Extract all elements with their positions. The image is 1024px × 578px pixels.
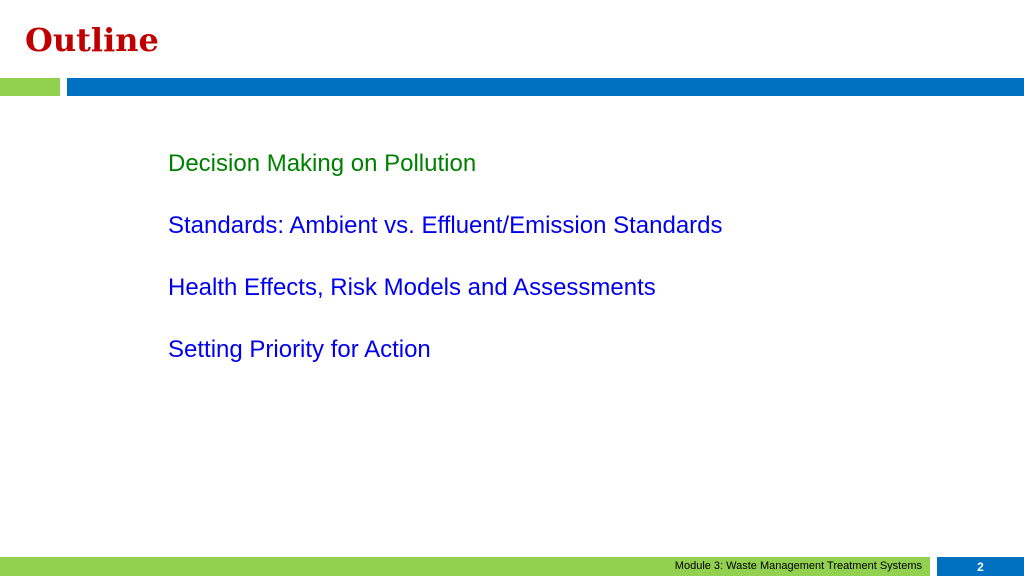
footer-module-text: Module 3: Waste Management Treatment Sys…	[674, 560, 922, 572]
footer-green-bar: Module 3: Waste Management Treatment Sys…	[0, 557, 930, 576]
outline-item-health-effects[interactable]: Health Effects, Risk Models and Assessme…	[168, 274, 723, 302]
footer-blue-bar: 2	[937, 557, 1024, 576]
outline-item-setting-priority[interactable]: Setting Priority for Action	[168, 336, 723, 364]
outline-list: Decision Making on Pollution Standards: …	[168, 150, 723, 398]
outline-item-decision-making[interactable]: Decision Making on Pollution	[168, 150, 723, 178]
slide-title: Outline	[25, 21, 159, 59]
header-blue-accent-bar	[67, 78, 1024, 96]
outline-item-standards[interactable]: Standards: Ambient vs. Effluent/Emission…	[168, 212, 723, 240]
page-number: 2	[977, 560, 984, 574]
header-green-accent-bar	[0, 78, 60, 96]
